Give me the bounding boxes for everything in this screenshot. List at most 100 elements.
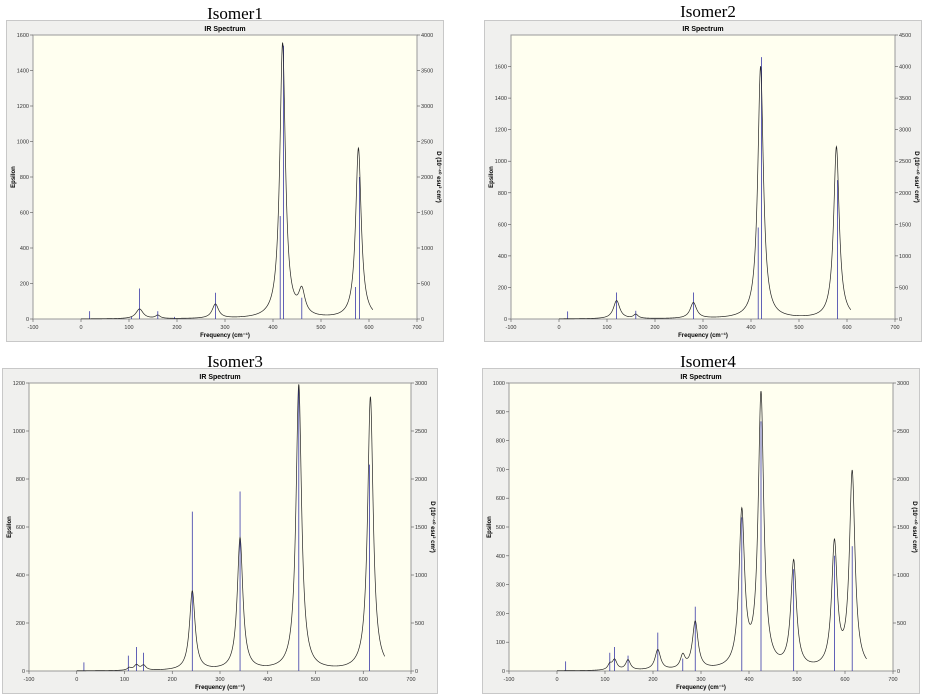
y-tick-label: 0 bbox=[26, 317, 29, 323]
y2-tick-label: 2500 bbox=[899, 159, 911, 165]
y2-tick-label: 0 bbox=[415, 669, 418, 675]
chart-frame: IR Spectrum -100 0 100 200 300 400 500 600 700 0 20… bbox=[6, 20, 444, 342]
y2-axis-label: D (10⁻⁴⁰ esu² cm²) bbox=[429, 501, 436, 553]
x-tick-label: 0 bbox=[555, 677, 558, 683]
x-tick-label: -100 bbox=[503, 677, 514, 683]
chart-frame: IR Spectrum -100 0 100 200 300 400 500 600 700 0 20… bbox=[484, 20, 922, 342]
x-tick-label: 700 bbox=[412, 325, 421, 331]
x-tick-label: 700 bbox=[888, 677, 897, 683]
y2-tick-label: 3000 bbox=[899, 128, 911, 134]
y2-tick-label: 3000 bbox=[897, 381, 909, 387]
y2-tick-label: 1500 bbox=[897, 525, 909, 531]
y-tick-label: 1200 bbox=[495, 128, 507, 134]
ir-spectrum-chart: IR Spectrum-100 0 100 200 300 400 500 600 700020… bbox=[489, 26, 920, 339]
y-tick-label: 1000 bbox=[13, 429, 25, 435]
y2-tick-label: 2000 bbox=[421, 175, 433, 181]
y2-tick-label: 2500 bbox=[415, 429, 427, 435]
y-tick-label: 800 bbox=[498, 191, 507, 197]
y2-tick-label: 1000 bbox=[421, 246, 433, 252]
y-tick-label: 100 bbox=[496, 640, 505, 646]
y2-tick-label: 4500 bbox=[899, 33, 911, 39]
y2-tick-label: 4000 bbox=[899, 65, 911, 71]
x-tick-label: 700 bbox=[890, 325, 899, 331]
x-axis-label: Frequency (cm⁻¹) bbox=[676, 684, 726, 691]
x-tick-label: 600 bbox=[359, 677, 368, 683]
x-tick-label: -100 bbox=[505, 325, 516, 331]
x-tick-label: 600 bbox=[842, 325, 851, 331]
x-tick-label: -100 bbox=[23, 677, 34, 683]
x-tick-label: 0 bbox=[75, 677, 78, 683]
panel-isomer4: Isomer4 IR Spectrum -100 0 100 200 300 400 500 6… bbox=[478, 348, 938, 696]
y2-tick-label: 2000 bbox=[897, 477, 909, 483]
y2-tick-label: 1000 bbox=[897, 573, 909, 579]
y-tick-label: 200 bbox=[496, 611, 505, 617]
y2-tick-label: 0 bbox=[899, 317, 902, 323]
y-tick-label: 1000 bbox=[493, 381, 505, 387]
y-tick-label: 400 bbox=[498, 254, 507, 260]
x-tick-label: 400 bbox=[744, 677, 753, 683]
x-tick-label: 200 bbox=[650, 325, 659, 331]
y-tick-label: 400 bbox=[496, 554, 505, 560]
y2-tick-label: 500 bbox=[415, 621, 424, 627]
chart-frame: IR Spectrum -100 0 100 200 300 400 500 600 700 0 20… bbox=[2, 368, 438, 694]
y2-tick-label: 500 bbox=[899, 285, 908, 291]
x-tick-label: 0 bbox=[79, 325, 82, 331]
x-tick-label: 100 bbox=[120, 677, 129, 683]
y-tick-label: 400 bbox=[16, 573, 25, 579]
y2-axis-label: D (10⁻⁴⁰ esu² cm²) bbox=[913, 151, 920, 203]
y-tick-label: 1000 bbox=[495, 159, 507, 165]
panel-isomer3: Isomer3 IR Spectrum -100 0 100 200 300 400 500 6… bbox=[0, 348, 470, 696]
plot-area bbox=[28, 382, 412, 672]
y-axis-label: Epsilon bbox=[11, 166, 17, 188]
y-axis-label: Epsilon bbox=[487, 516, 493, 538]
y-tick-label: 700 bbox=[496, 467, 505, 473]
y2-tick-label: 1500 bbox=[415, 525, 427, 531]
chart-frame: IR Spectrum -100 0 100 200 300 400 500 600 700 0 10… bbox=[482, 368, 920, 694]
x-tick-label: 0 bbox=[557, 325, 560, 331]
y-tick-label: 600 bbox=[496, 496, 505, 502]
x-tick-label: 500 bbox=[792, 677, 801, 683]
x-tick-label: 500 bbox=[316, 325, 325, 331]
y2-tick-label: 1500 bbox=[421, 211, 433, 217]
y2-tick-label: 3000 bbox=[421, 104, 433, 110]
y-tick-label: 200 bbox=[16, 621, 25, 627]
y2-tick-label: 3000 bbox=[415, 381, 427, 387]
chart-title: IR Spectrum bbox=[199, 374, 240, 381]
y2-axis-label: D (10⁻⁴⁰ esu² cm²) bbox=[911, 501, 918, 553]
y2-tick-label: 2500 bbox=[897, 429, 909, 435]
y-tick-label: 400 bbox=[20, 246, 29, 252]
y-tick-label: 600 bbox=[498, 222, 507, 228]
y2-tick-label: 500 bbox=[421, 282, 430, 288]
x-tick-label: -100 bbox=[27, 325, 38, 331]
y-tick-label: 0 bbox=[502, 669, 505, 675]
y2-tick-label: 3500 bbox=[899, 96, 911, 102]
x-tick-label: 600 bbox=[364, 325, 373, 331]
y2-tick-label: 2000 bbox=[899, 191, 911, 197]
y-tick-label: 500 bbox=[496, 525, 505, 531]
y-axis-label: Epsilon bbox=[489, 166, 495, 188]
y-tick-label: 300 bbox=[496, 583, 505, 589]
x-tick-label: 100 bbox=[600, 677, 609, 683]
x-tick-label: 100 bbox=[124, 325, 133, 331]
y-tick-label: 0 bbox=[504, 317, 507, 323]
chart-title: IR Spectrum bbox=[682, 26, 723, 33]
x-axis-label: Frequency (cm⁻¹) bbox=[678, 332, 728, 339]
y2-tick-label: 0 bbox=[897, 669, 900, 675]
y-tick-label: 1000 bbox=[17, 140, 29, 146]
y2-axis-label: D (10⁻⁴⁰ esu² cm²) bbox=[435, 151, 442, 203]
y2-tick-label: 0 bbox=[421, 317, 424, 323]
x-tick-label: 300 bbox=[698, 325, 707, 331]
y-tick-label: 0 bbox=[22, 669, 25, 675]
x-tick-label: 100 bbox=[602, 325, 611, 331]
x-tick-label: 300 bbox=[696, 677, 705, 683]
y-tick-label: 1400 bbox=[17, 69, 29, 75]
panel-title: Isomer2 bbox=[680, 2, 736, 21]
y-tick-label: 1200 bbox=[13, 381, 25, 387]
panel-isomer1: Isomer1 IR Spectrum -100 0 100 200 300 400 500 6… bbox=[0, 0, 470, 345]
y2-tick-label: 2500 bbox=[421, 140, 433, 146]
y-tick-label: 600 bbox=[16, 525, 25, 531]
y-axis-label: Epsilon bbox=[7, 516, 13, 538]
panel-isomer2: Isomer2 IR Spectrum -100 0 100 200 300 400 500 6… bbox=[478, 0, 938, 345]
x-tick-label: 400 bbox=[263, 677, 272, 683]
plot-area bbox=[508, 382, 894, 672]
